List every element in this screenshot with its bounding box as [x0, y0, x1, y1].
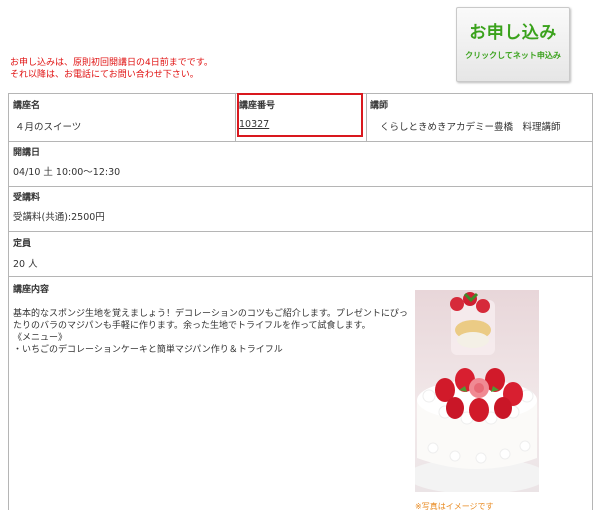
capacity-value: 20 人	[13, 259, 38, 270]
content-row: 講座内容 基本的なスポンジ生地を覚えましょう！デコレーションのコツもご紹介します…	[9, 276, 592, 516]
content-label: 講座内容	[13, 285, 50, 295]
date-row: 開講日 04/10 土 10:00～12:30	[9, 141, 592, 187]
instructor-label: 講師	[370, 101, 389, 111]
content-line: 《メニュー》	[13, 333, 68, 343]
photo-caption: ※写真はイメージです	[415, 502, 494, 511]
course-number-highlight	[237, 93, 363, 137]
course-header-row: 講座名 ４月のスイーツ 講座番号 10327 講師 くらしときめきアカデミー豊橋…	[9, 93, 592, 142]
fee-row: 受講料 受講料(共通):2500円	[9, 186, 592, 232]
date-value: 04/10 土 10:00～12:30	[13, 167, 121, 178]
apply-button-sublabel: クリックしてネット申込み	[465, 51, 561, 60]
content-line: ・いちごのデコレーションケーキと簡単マジパン作り＆トライフル	[13, 345, 283, 355]
content-description: 基本的なスポンジ生地を覚えましょう！デコレーションのコツもご紹介します。プレゼン…	[13, 308, 408, 356]
fee-value: 受講料(共通):2500円	[13, 212, 105, 223]
course-detail-table: 講座名 ４月のスイーツ 講座番号 10327 講師 くらしときめきアカデミー豊橋…	[8, 93, 593, 511]
strawberry-cake-image	[415, 292, 539, 492]
apply-button[interactable]: お申し込み クリックしてネット申込み	[456, 7, 570, 82]
apply-button-label: お申し込み	[469, 23, 557, 43]
fee-label: 受講料	[13, 193, 41, 203]
date-label: 開講日	[13, 148, 41, 158]
column-divider	[366, 94, 367, 141]
application-notice: お申し込みは、原則初回開講日の4日前までです。 それ以降は、お電話にてお問い合わ…	[10, 57, 213, 81]
course-name-label: 講座名	[13, 101, 41, 111]
capacity-label: 定員	[13, 239, 32, 249]
notice-line-1: お申し込みは、原則初回開講日の4日前までです。	[10, 58, 213, 68]
content-line: たりのバラのマジパンも手軽に作ります。余った生地でトライフルを作って試食します。	[13, 321, 371, 331]
cake-photo	[415, 290, 539, 492]
column-divider	[235, 94, 236, 141]
course-name-value: ４月のスイーツ	[15, 122, 82, 133]
capacity-row: 定員 20 人	[9, 231, 592, 277]
notice-line-2: それ以降は、お電話にてお問い合わせ下さい。	[10, 70, 199, 80]
instructor-value: くらしときめきアカデミー豊橋 料理講師	[380, 122, 561, 133]
content-line: 基本的なスポンジ生地を覚えましょう！デコレーションのコツもご紹介します。プレゼン…	[13, 309, 408, 319]
